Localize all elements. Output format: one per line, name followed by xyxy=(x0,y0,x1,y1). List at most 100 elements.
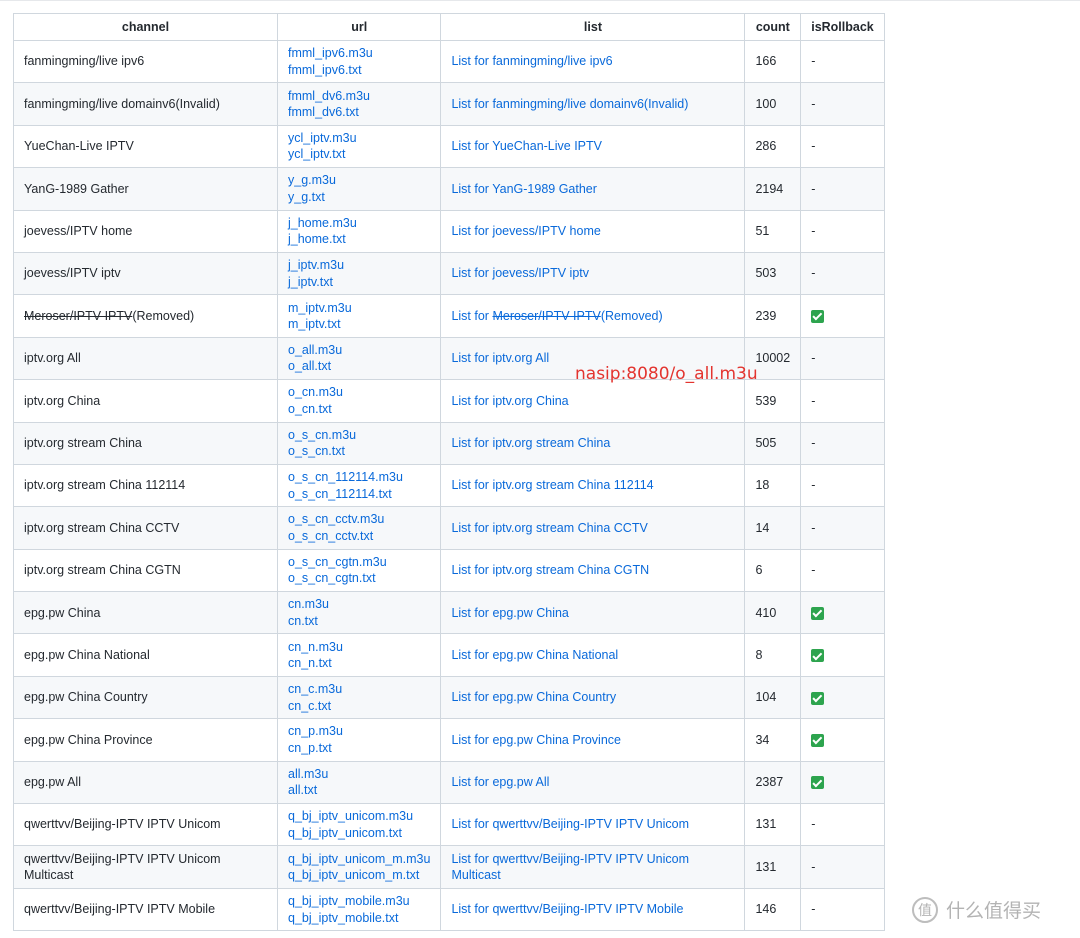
list-cell: List for iptv.org China xyxy=(440,379,746,423)
m3u-link[interactable]: o_s_cn_cgtn.m3u xyxy=(288,554,430,571)
txt-link[interactable]: cn_c.txt xyxy=(288,698,430,715)
m3u-link[interactable]: j_iptv.m3u xyxy=(288,257,430,274)
list-link[interactable]: List for iptv.org stream China CGTN xyxy=(451,563,649,577)
list-link[interactable]: List for qwerttvv/Beijing-IPTV IPTV Unic… xyxy=(451,852,689,883)
m3u-link[interactable]: o_all.m3u xyxy=(288,342,430,359)
m3u-link[interactable]: o_s_cn.m3u xyxy=(288,427,430,444)
rollback-cell: - xyxy=(800,251,885,296)
list-link[interactable]: List for qwerttvv/Beijing-IPTV IPTV Mobi… xyxy=(451,902,683,916)
channel-cell: fanmingming/live domainv6(Invalid) xyxy=(13,82,278,126)
list-link[interactable]: List for fanmingming/live domainv6(Inval… xyxy=(451,97,688,111)
m3u-link[interactable]: cn.m3u xyxy=(288,596,430,613)
txt-link[interactable]: all.txt xyxy=(288,782,430,799)
txt-link[interactable]: o_s_cn_cgtn.txt xyxy=(288,570,430,587)
list-cell: List for fanmingming/live ipv6 xyxy=(440,39,746,84)
list-link[interactable]: List for epg.pw China Province xyxy=(451,733,621,747)
channel-cell: iptv.org All xyxy=(13,336,278,381)
txt-link[interactable]: q_bj_iptv_unicom_m.txt xyxy=(288,867,430,884)
count-cell: 14 xyxy=(744,506,802,550)
rollback-cell xyxy=(800,718,885,762)
txt-link[interactable]: y_g.txt xyxy=(288,189,430,206)
list-cell: List for epg.pw China Country xyxy=(440,675,746,720)
m3u-link[interactable]: m_iptv.m3u xyxy=(288,300,430,317)
count-cell: 100 xyxy=(744,82,802,126)
url-cell: q_bj_iptv_unicom_m.m3u q_bj_iptv_unicom_m… xyxy=(276,845,442,889)
txt-link[interactable]: o_all.txt xyxy=(288,358,430,375)
rollback-cell: - xyxy=(800,845,885,889)
table-row: epg.pw China Country cn_c.m3u cn_c.txt List… xyxy=(13,675,885,720)
txt-link[interactable]: q_bj_iptv_unicom.txt xyxy=(288,825,430,842)
check-mark-icon xyxy=(811,776,825,790)
txt-link[interactable]: fmml_ipv6.txt xyxy=(288,62,430,79)
txt-link[interactable]: j_home.txt xyxy=(288,231,430,248)
txt-link[interactable]: o_s_cn.txt xyxy=(288,443,430,460)
list-link[interactable]: List for iptv.org All xyxy=(451,351,549,365)
header-isrollback: isRollback xyxy=(800,13,885,41)
rollback-cell: - xyxy=(800,124,885,169)
m3u-link[interactable]: o_s_cn_cctv.m3u xyxy=(288,511,430,528)
m3u-link[interactable]: ycl_iptv.m3u xyxy=(288,130,430,147)
list-link[interactable]: List for YanG-1989 Gather xyxy=(451,182,596,196)
check-mark-icon xyxy=(811,649,825,663)
count-cell: 131 xyxy=(744,845,802,889)
url-cell: q_bj_iptv_mobile.m3u q_bj_iptv_mobile.txt xyxy=(276,887,442,932)
table-row: joevess/IPTV iptv j_iptv.m3u j_iptv.txt Lis… xyxy=(13,251,885,296)
txt-link[interactable]: o_s_cn_cctv.txt xyxy=(288,528,430,545)
m3u-link[interactable]: all.m3u xyxy=(288,766,430,783)
count-cell: 2387 xyxy=(744,760,802,805)
list-link[interactable]: List for epg.pw China xyxy=(451,606,568,620)
channel-cell: iptv.org stream China xyxy=(13,421,278,465)
txt-link[interactable]: o_cn.txt xyxy=(288,401,430,418)
table-row: qwerttvv/Beijing-IPTV IPTV Unicom q_bj_ip… xyxy=(13,803,885,847)
list-link[interactable]: List for epg.pw China Country xyxy=(451,690,616,704)
url-cell: o_s_cn_112114.m3u o_s_cn_112114.txt xyxy=(276,463,442,508)
url-cell: all.m3u all.txt xyxy=(276,760,442,805)
url-cell: j_iptv.m3u j_iptv.txt xyxy=(276,251,442,296)
m3u-link[interactable]: q_bj_iptv_mobile.m3u xyxy=(288,893,430,910)
txt-link[interactable]: j_iptv.txt xyxy=(288,274,430,291)
m3u-link[interactable]: o_s_cn_112114.m3u xyxy=(288,469,430,486)
rollback-cell xyxy=(800,760,885,805)
channel-cell: epg.pw China Province xyxy=(13,718,278,762)
m3u-link[interactable]: q_bj_iptv_unicom_m.m3u xyxy=(288,851,430,868)
table-row: iptv.org stream China o_s_cn.m3u o_s_cn.tx… xyxy=(13,421,885,465)
rollback-cell: - xyxy=(800,463,885,508)
txt-link[interactable]: ycl_iptv.txt xyxy=(288,146,430,163)
list-link[interactable]: List for joevess/IPTV iptv xyxy=(451,266,589,280)
list-cell: List for fanmingming/live domainv6(Inval… xyxy=(440,82,746,126)
table-row: qwerttvv/Beijing-IPTV IPTV Mobile q_bj_ip… xyxy=(13,887,885,932)
rollback-cell: - xyxy=(800,82,885,126)
channel-cell: qwerttvv/Beijing-IPTV IPTV Unicom Multic… xyxy=(13,845,278,889)
txt-link[interactable]: cn.txt xyxy=(288,613,430,630)
m3u-link[interactable]: cn_p.m3u xyxy=(288,723,430,740)
list-link[interactable]: List for iptv.org stream China CCTV xyxy=(451,521,647,535)
txt-link[interactable]: m_iptv.txt xyxy=(288,316,430,333)
count-cell: 18 xyxy=(744,463,802,508)
list-link[interactable]: List for iptv.org stream China xyxy=(451,436,610,450)
list-link[interactable]: List for epg.pw China National xyxy=(451,648,618,662)
m3u-link[interactable]: o_cn.m3u xyxy=(288,384,430,401)
list-link[interactable]: List for YueChan-Live IPTV xyxy=(451,139,602,153)
txt-link[interactable]: cn_p.txt xyxy=(288,740,430,757)
list-link[interactable]: List for iptv.org China xyxy=(451,394,568,408)
list-link[interactable]: List for joevess/IPTV home xyxy=(451,224,600,238)
m3u-link[interactable]: fmml_ipv6.m3u xyxy=(288,45,430,62)
m3u-link[interactable]: j_home.m3u xyxy=(288,215,430,232)
count-cell: 6 xyxy=(744,548,802,593)
m3u-link[interactable]: cn_c.m3u xyxy=(288,681,430,698)
list-link[interactable]: List for qwerttvv/Beijing-IPTV IPTV Unic… xyxy=(451,817,689,831)
m3u-link[interactable]: y_g.m3u xyxy=(288,172,430,189)
list-link[interactable]: List for fanmingming/live ipv6 xyxy=(451,54,612,68)
m3u-link[interactable]: cn_n.m3u xyxy=(288,639,430,656)
m3u-link[interactable]: q_bj_iptv_unicom.m3u xyxy=(288,808,430,825)
txt-link[interactable]: q_bj_iptv_mobile.txt xyxy=(288,910,430,927)
count-cell: 34 xyxy=(744,718,802,762)
txt-link[interactable]: fmml_dv6.txt xyxy=(288,104,430,121)
count-cell: 410 xyxy=(744,591,802,635)
list-link[interactable]: List for epg.pw All xyxy=(451,775,549,789)
list-link[interactable]: List for iptv.org stream China 112114 xyxy=(451,478,653,492)
m3u-link[interactable]: fmml_dv6.m3u xyxy=(288,88,430,105)
txt-link[interactable]: o_s_cn_112114.txt xyxy=(288,486,430,503)
list-link[interactable]: List for Meroser/IPTV IPTV(Removed) xyxy=(451,309,662,323)
txt-link[interactable]: cn_n.txt xyxy=(288,655,430,672)
